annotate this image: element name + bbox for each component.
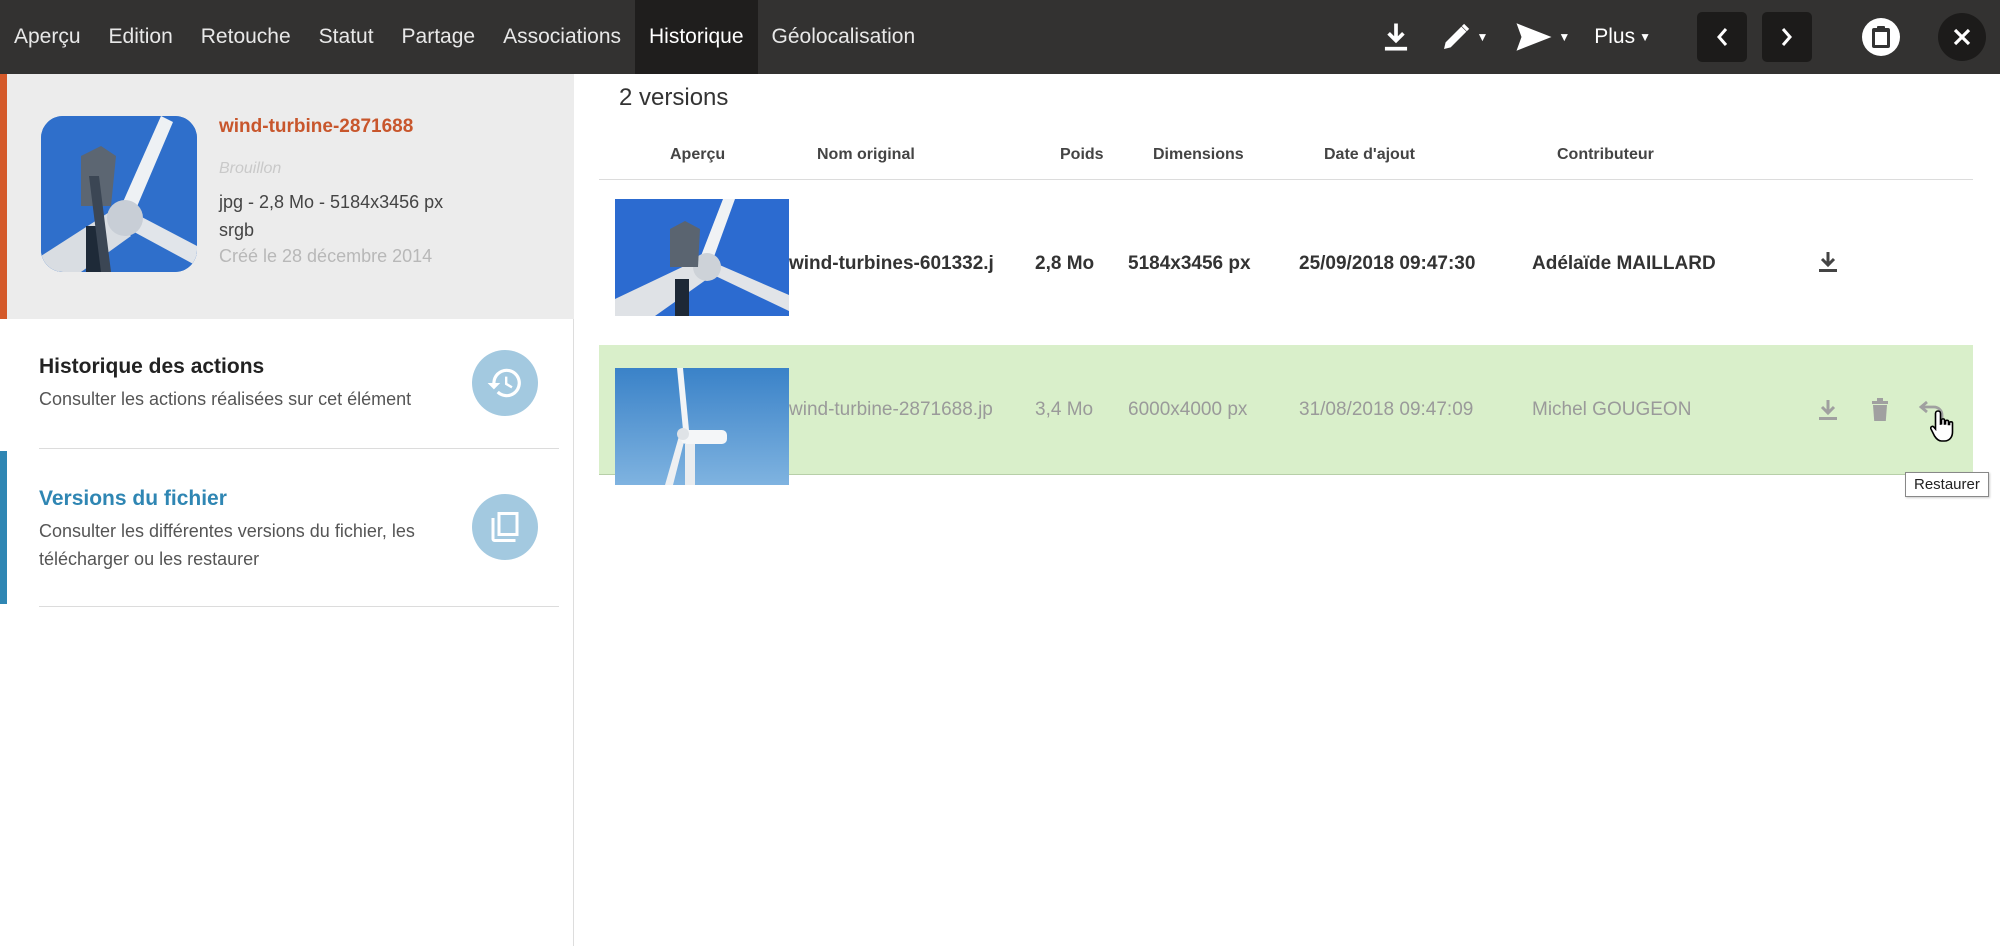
pencil-icon — [1444, 23, 1470, 49]
tab-apercu[interactable]: Aperçu — [0, 0, 95, 74]
file-created-date: Créé le 28 décembre 2014 — [219, 246, 433, 266]
toolbar: ▼ ▼ Plus ▼ — [1374, 0, 2000, 74]
versions-count: 2 versions — [619, 84, 729, 111]
column-header: Aperçu — [670, 146, 726, 163]
download-icon — [1819, 252, 1837, 272]
file-metadata: jpg - 2,8 Mo - 5184x3456 px srgb — [219, 188, 443, 244]
edit-menu-button[interactable]: ▼ — [1440, 21, 1488, 53]
top-navigation-bar: Aperçu Edition Retouche Statut Partage A… — [0, 0, 2000, 74]
tab-geolocalisation[interactable]: Géolocalisation — [758, 0, 930, 74]
more-menu-button[interactable]: Plus ▼ — [1594, 25, 1651, 49]
version-dimensions: 6000x4000 px — [1128, 399, 1248, 420]
tab-statut[interactable]: Statut — [305, 0, 388, 74]
download-version-button[interactable] — [1813, 395, 1843, 425]
section-file-versions[interactable]: Versions du fichier Consulter les différ… — [0, 451, 574, 604]
download-icon — [1385, 23, 1408, 51]
file-title: wind-turbine-2871688 — [219, 116, 414, 137]
table-row: wind-turbines-601332.j 2,8 Mo 5184x3456 … — [599, 199, 1973, 329]
history-glyph — [487, 368, 521, 398]
tab-edition[interactable]: Edition — [95, 0, 187, 74]
file-status: Brouillon — [219, 160, 282, 177]
tab-list: Aperçu Edition Retouche Statut Partage A… — [0, 0, 929, 74]
tab-partage[interactable]: Partage — [388, 0, 490, 74]
version-size: 2,8 Mo — [1035, 253, 1095, 274]
version-name: wind-turbines-601332.j — [789, 253, 994, 274]
history-icon — [472, 350, 538, 416]
layers-glyph — [491, 512, 519, 542]
column-header: Contributeur — [1557, 146, 1654, 163]
send-icon — [1516, 23, 1552, 51]
version-thumbnail — [615, 368, 789, 485]
layers-icon — [472, 494, 538, 560]
divider — [39, 606, 559, 607]
close-button[interactable] — [1938, 13, 1986, 61]
section-description: Consulter les actions réalisées sur cet … — [39, 389, 412, 409]
section-title: Historique des actions — [39, 355, 265, 378]
download-icon — [1819, 400, 1837, 420]
column-header: Nom original — [817, 146, 915, 163]
section-action-history[interactable]: Historique des actions Consulter les act… — [0, 319, 574, 447]
version-contributor: Adélaïde MAILLARD — [1532, 253, 1716, 274]
wind-turbine-image — [41, 116, 197, 272]
trash-icon — [1872, 398, 1888, 421]
close-icon — [1953, 28, 1971, 46]
version-contributor: Michel GOUGEON — [1532, 399, 1692, 420]
column-header: Dimensions — [1153, 146, 1244, 163]
tab-retouche[interactable]: Retouche — [187, 0, 305, 74]
clipboard-icon — [1872, 26, 1890, 48]
wind-turbine-image — [615, 368, 789, 485]
version-dimensions: 5184x3456 px — [1128, 253, 1251, 274]
tab-associations[interactable]: Associations — [489, 0, 635, 74]
restore-tooltip: Restaurer — [1905, 472, 1989, 497]
table-header: Aperçu Nom original Poids Dimensions Dat… — [599, 132, 1973, 180]
version-name: wind-turbine-2871688.jp — [789, 399, 993, 420]
tab-historique[interactable]: Historique — [635, 0, 758, 74]
file-format-size: jpg - 2,8 Mo - 5184x3456 px — [219, 192, 444, 212]
download-button[interactable] — [1374, 21, 1418, 53]
version-date: 25/09/2018 09:47:30 — [1299, 253, 1476, 274]
column-header: Date d'ajout — [1324, 146, 1415, 163]
file-color-profile: srgb — [219, 220, 255, 240]
left-panel: wind-turbine-2871688 Brouillon jpg - 2,8… — [0, 74, 574, 946]
version-date: 31/08/2018 09:47:09 — [1299, 399, 1474, 420]
chevron-down-icon: ▼ — [1639, 30, 1651, 44]
section-title: Versions du fichier — [39, 487, 227, 510]
delete-version-button[interactable] — [1865, 395, 1895, 425]
file-thumbnail — [41, 116, 197, 272]
versions-panel: 2 versions Aperçu Nom original Poids Dim… — [575, 74, 2000, 946]
chevron-down-icon: ▼ — [1558, 30, 1571, 44]
hand-cursor-icon — [1930, 410, 1954, 442]
chevron-down-icon: ▼ — [1476, 30, 1489, 44]
active-indicator — [0, 451, 7, 604]
send-menu-button[interactable]: ▼ — [1514, 22, 1570, 52]
wind-turbine-image — [615, 199, 789, 316]
previous-button[interactable] — [1697, 12, 1747, 62]
divider — [39, 448, 559, 449]
section-description: Consulter les différentes versions du fi… — [39, 521, 415, 569]
column-header: Poids — [1060, 146, 1104, 163]
clipboard-button[interactable] — [1862, 18, 1900, 56]
version-size: 3,4 Mo — [1035, 399, 1094, 420]
next-button[interactable] — [1762, 12, 1812, 62]
table-row: wind-turbine-2871688.jp 3,4 Mo 6000x4000… — [599, 345, 1973, 485]
download-version-button[interactable] — [1813, 247, 1843, 277]
file-summary-card: wind-turbine-2871688 Brouillon jpg - 2,8… — [0, 74, 574, 319]
more-menu-label: Plus — [1594, 25, 1636, 48]
version-thumbnail — [615, 199, 789, 316]
chevron-left-icon — [1717, 28, 1728, 46]
chevron-right-icon — [1781, 28, 1792, 46]
